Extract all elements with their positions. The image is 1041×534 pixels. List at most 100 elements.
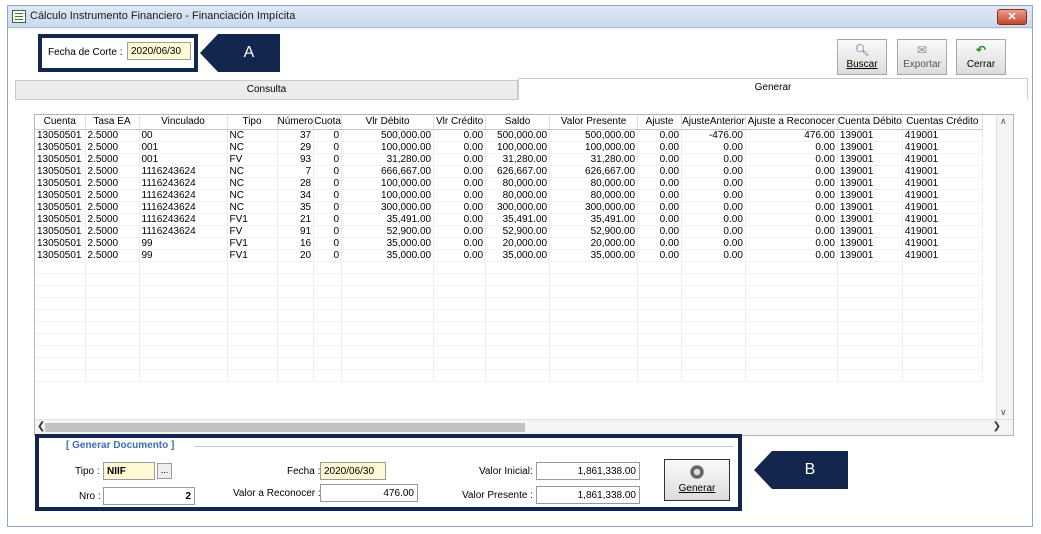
column-header[interactable]: AjusteAnterior [681,115,746,130]
table-row[interactable] [35,285,983,298]
table-cell [227,357,278,370]
table-cell [227,321,278,334]
table-row[interactable]: 13050501 2.5000 1116243624 NC 35 0 300,000.00 0… [35,201,983,214]
column-header[interactable]: Vlr Crédito [433,115,487,130]
table-cell [85,333,140,346]
vertical-scrollbar[interactable]: ∧ ∨ [996,115,1013,420]
table-row[interactable] [35,261,983,274]
table-cell: 93 [277,153,315,166]
column-header[interactable]: Número [277,115,315,130]
column-header[interactable]: Cuota [313,115,343,130]
column-header[interactable]: Tasa EA [85,115,140,130]
column-header[interactable]: Cuenta [35,115,86,130]
column-header[interactable]: Vinculado [139,115,228,130]
valor-reconocer-label: Valor a Reconocer : [233,488,321,499]
column-header[interactable]: Saldo [485,115,551,130]
table-cell: 500,000.00 [341,129,435,142]
scroll-up-icon[interactable]: ∧ [1000,116,1007,127]
table-row[interactable]: 13050501 2.5000 1116243624 NC 7 0 666,667.00 0.… [35,165,983,178]
table-cell [433,297,487,310]
horizontal-scroll-thumb[interactable] [45,423,525,432]
table-cell [902,273,983,286]
table-cell [745,333,838,346]
data-grid[interactable]: Cuenta Tasa EA Vinculado Tipo Número Cuota Vlr… [34,114,1014,436]
table-cell: 0.00 [745,165,838,178]
table-cell: 0.00 [745,249,838,262]
table-cell [433,345,487,358]
table-cell [637,273,683,286]
table-row[interactable] [35,297,983,310]
scroll-right-icon[interactable]: ❯ [993,421,1001,432]
tab-generar[interactable]: Generar [518,78,1028,100]
buscar-button[interactable]: 🔍︎ Buscar [837,39,887,75]
table-cell [277,261,315,274]
table-row[interactable]: 13050501 2.5000 1116243624 FV 91 0 52,900.00 0.… [35,225,983,238]
horizontal-scrollbar[interactable]: ❮ ❯ [35,419,1013,435]
table-cell: 419001 [902,141,983,154]
table-cell: 666,667.00 [341,165,435,178]
table-row[interactable]: 13050501 2.5000 00 NC 37 0 500,000.00 0.00 500,0… [35,129,983,142]
column-header[interactable]: Ajuste a Reconocer [745,115,838,130]
column-header[interactable]: Vlr Débito [341,115,435,130]
table-cell: 139001 [837,153,903,166]
table-cell: 35,491.00 [341,213,435,226]
table-cell [277,309,315,322]
table-cell: 0.00 [433,153,487,166]
table-row[interactable]: 13050501 2.5000 001 FV 93 0 31,280.00 0.00 31,28… [35,153,983,166]
table-cell: 1116243624 [139,189,228,202]
table-row[interactable]: 13050501 2.5000 1116243624 NC 28 0 100,000.00 0… [35,177,983,190]
table-cell [837,357,903,370]
column-header[interactable]: Cuenta Débito [837,115,903,130]
table-row[interactable] [35,273,983,286]
column-header[interactable]: Cuentas Crédito [902,115,983,130]
table-row[interactable]: 13050501 2.5000 99 FV1 16 0 35,000.00 0.00 20,00… [35,237,983,250]
table-cell: 0.00 [637,153,683,166]
table-cell [313,273,343,286]
fecha-corte-input[interactable]: 2020/06/30 [127,42,191,60]
table-row[interactable] [35,333,983,346]
table-cell: 100,000.00 [341,177,435,190]
table-cell: 2.5000 [85,201,140,214]
table-row[interactable]: 13050501 2.5000 001 NC 29 0 100,000.00 0.00 100,… [35,141,983,154]
table-row[interactable]: 13050501 2.5000 99 FV1 20 0 35,000.00 0.00 35,00… [35,249,983,262]
table-cell: 626,667.00 [549,165,639,178]
table-cell: 0.00 [433,213,487,226]
tipo-browse-button[interactable]: ... [157,463,172,479]
table-row[interactable] [35,321,983,334]
table-cell [277,297,315,310]
table-row[interactable] [35,309,983,322]
nro-input[interactable]: 2 [103,487,195,505]
table-cell: 0 [313,153,343,166]
cerrar-button[interactable]: ↶ Cerrar [956,39,1006,75]
table-cell: 21 [277,213,315,226]
table-cell [902,357,983,370]
table-row[interactable]: 13050501 2.5000 1116243624 NC 34 0 100,000.00 0… [35,189,983,202]
table-cell [35,285,86,298]
table-cell [485,309,551,322]
table-cell [681,273,746,286]
table-cell: 419001 [902,129,983,142]
column-header[interactable]: Tipo [227,115,278,130]
table-row[interactable] [35,345,983,358]
table-cell: 0.00 [745,189,838,202]
column-header[interactable]: Valor Presente [549,115,639,130]
tab-consulta[interactable]: Consulta [15,80,518,100]
table-row[interactable]: 13050501 2.5000 1116243624 FV1 21 0 35,491.00 0… [35,213,983,226]
close-button[interactable]: ✕ [997,9,1027,25]
table-row[interactable] [35,357,983,370]
table-cell [313,309,343,322]
column-header[interactable]: Ajuste [637,115,683,130]
table-cell: 001 [139,153,228,166]
table-cell [227,297,278,310]
fecha-input[interactable]: 2020/06/30 [320,462,386,480]
table-row[interactable] [35,369,983,382]
tipo-input[interactable]: NIIF [103,462,155,480]
exportar-button[interactable]: ✉ Exportar [897,39,947,75]
scroll-down-icon[interactable]: ∨ [1000,407,1007,418]
table-cell: 476.00 [745,129,838,142]
table-cell [85,321,140,334]
table-cell: 80,000.00 [485,177,551,190]
table-cell: 0 [313,129,343,142]
table-cell: 35,000.00 [485,249,551,262]
generar-button[interactable]: Generar [664,459,730,501]
